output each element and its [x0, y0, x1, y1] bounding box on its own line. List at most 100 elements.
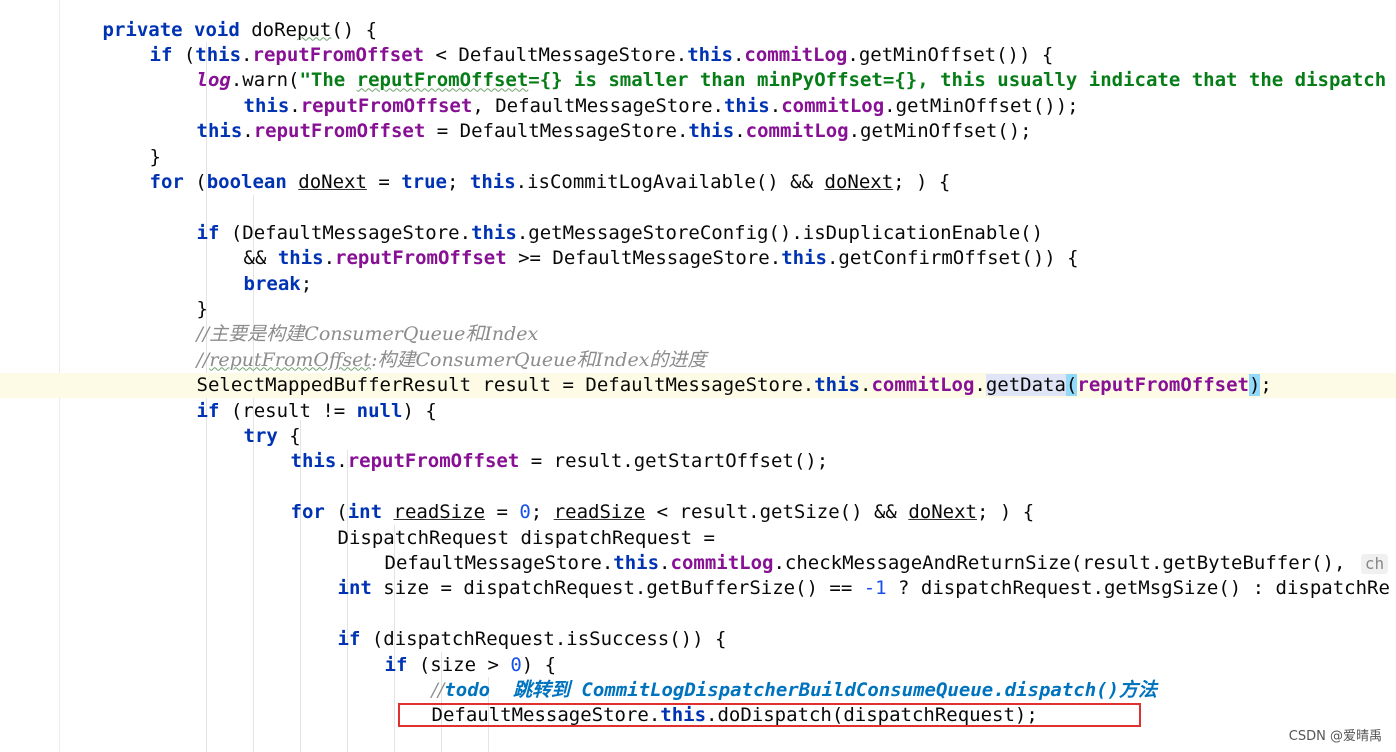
code-line[interactable]: [0, 195, 1396, 220]
code-line[interactable]: for (int readSize = 0; readSize < result…: [0, 500, 1396, 525]
code-token: doNext: [908, 501, 977, 524]
code-line[interactable]: //reputFromOffset:构建ConsumerQueue和Index的…: [0, 348, 1396, 373]
code-line[interactable]: if (DefaultMessageStore.this.getMessageS…: [0, 221, 1396, 246]
code-token: size = dispatchRequest.getBufferSize() =…: [371, 577, 864, 600]
code-token: .: [974, 374, 986, 397]
code-token: this: [243, 94, 290, 117]
code-line[interactable]: try {: [0, 424, 1396, 449]
code-token: put: [297, 18, 332, 41]
code-token: ): [1248, 374, 1261, 397]
code-line-text: for (boolean doNext = true; this.isCommi…: [150, 170, 951, 195]
code-token: commitLog: [744, 43, 848, 66]
code-token: doNext: [824, 170, 894, 193]
code-token: ) {: [521, 653, 557, 676]
code-token: .warn(: [230, 69, 300, 92]
code-token: reputFromOffset: [335, 247, 507, 270]
code-line[interactable]: //todo 跳转到 CommitLogDispatcherBuildConsu…: [0, 678, 1396, 703]
code-line[interactable]: this.reputFromOffset = DefaultMessageSto…: [0, 119, 1396, 144]
code-line-text: log.warn("The reputFromOffset={} is smal…: [197, 68, 1387, 93]
code-token: .: [769, 94, 782, 117]
code-line[interactable]: [0, 475, 1396, 500]
code-token: this: [613, 551, 660, 574]
code-token: .: [289, 94, 301, 117]
code-token: ;: [300, 272, 313, 295]
code-line-text: //主要是构建ConsumerQueue和Index: [197, 322, 539, 347]
code-token: .checkMessageAndReturnSize(result.getByt…: [773, 551, 1357, 574]
code-token: this: [781, 247, 827, 270]
code-line[interactable]: && this.reputFromOffset >= DefaultMessag…: [0, 246, 1396, 271]
code-line[interactable]: [0, 602, 1396, 627]
code-token: commitLog: [670, 551, 774, 574]
highlight-annotation-box: [398, 703, 1141, 727]
code-line[interactable]: DispatchRequest dispatchRequest =: [0, 526, 1396, 551]
code-token: reputFromOffset: [253, 120, 426, 143]
code-token: {: [277, 424, 301, 447]
code-token: (: [172, 43, 196, 66]
code-line[interactable]: break;: [0, 272, 1396, 297]
code-token: (DefaultMessageStore.: [219, 221, 472, 244]
watermark: CSDN @爱晴禹: [1288, 729, 1382, 744]
code-line[interactable]: if (dispatchRequest.isSuccess()) {: [0, 627, 1396, 652]
code-token: 0: [510, 653, 522, 676]
code-token: if: [337, 628, 361, 651]
code-token: reputFromOffset: [347, 450, 520, 473]
code-token: DispatchRequest dispatchRequest =: [337, 526, 716, 549]
code-line-text: this.reputFromOffset = result.getStartOf…: [291, 449, 829, 474]
code-token: .: [659, 551, 671, 574]
code-token: //: [431, 678, 445, 701]
code-token: = result.getStartOffset();: [519, 450, 829, 473]
code-token: 0: [519, 501, 531, 524]
code-token: this: [723, 94, 770, 117]
code-line[interactable]: this.reputFromOffset = result.getStartOf…: [0, 449, 1396, 474]
code-line[interactable]: if (result != null) {: [0, 399, 1396, 424]
code-line[interactable]: for (boolean doNext = true; this.isCommi…: [0, 170, 1396, 195]
code-token: for: [149, 170, 184, 193]
code-line-text: SelectMappedBufferResult result = Defaul…: [197, 373, 1272, 398]
code-line[interactable]: if (size > 0) {: [0, 653, 1396, 678]
code-token: (dispatchRequest.isSuccess()) {: [360, 628, 727, 651]
code-line[interactable]: private void doReput() {: [0, 18, 1396, 43]
code-token: (: [1065, 374, 1078, 397]
code-line-text: int size = dispatchRequest.getBufferSize…: [338, 576, 1390, 601]
code-token: for: [290, 501, 325, 524]
code-line[interactable]: SelectMappedBufferResult result = Defaul…: [0, 373, 1396, 399]
code-line[interactable]: this.reputFromOffset, DefaultMessageStor…: [0, 94, 1396, 119]
code-token: }: [149, 145, 161, 168]
code-token: (: [183, 170, 207, 193]
code-token: if: [149, 43, 173, 66]
code-token: (result !=: [219, 399, 357, 422]
code-token: readSize: [393, 501, 486, 524]
code-token: if: [196, 221, 220, 244]
code-line[interactable]: DefaultMessageStore.this.commitLog.check…: [0, 551, 1396, 576]
code-line-text: for (int readSize = 0; readSize < result…: [291, 500, 1035, 525]
code-line[interactable]: }: [0, 297, 1396, 322]
code-line-text: }: [197, 297, 208, 322]
code-line[interactable]: int size = dispatchRequest.getBufferSize…: [0, 576, 1396, 601]
code-token: ; ) {: [893, 170, 951, 193]
code-token: this: [196, 120, 243, 143]
code-token: this: [195, 43, 242, 66]
code-line[interactable]: if (this.reputFromOffset < DefaultMessag…: [0, 43, 1396, 68]
code-line-text: if (size > 0) {: [385, 653, 557, 678]
code-token: .getMessageStoreConfig().isDuplicationEn…: [516, 221, 1044, 244]
code-editor[interactable]: private void doReput() {if (this.reputFr…: [0, 0, 1396, 752]
code-token: //主要是构建ConsumerQueue和Index: [196, 323, 539, 346]
code-line-text: if (dispatchRequest.isSuccess()) {: [338, 627, 727, 652]
code-token: log: [196, 69, 231, 92]
code-line[interactable]: //主要是构建ConsumerQueue和Index: [0, 322, 1396, 347]
code-token: private: [102, 18, 183, 41]
code-token: .: [336, 450, 348, 473]
code-token: :构建ConsumerQueue和Index的进度: [371, 348, 707, 371]
code-token: .isCommitLogAvailable() &&: [515, 170, 825, 193]
code-token: }: [196, 297, 208, 320]
code-token: getData: [985, 374, 1066, 397]
code-token: boolean: [206, 170, 287, 193]
code-line[interactable]: log.warn("The reputFromOffset={} is smal…: [0, 68, 1396, 93]
code-token: doNext: [298, 170, 367, 193]
code-token: reputFromOffset: [209, 348, 372, 371]
code-token: this: [290, 450, 337, 473]
code-line-text: //todo 跳转到 CommitLogDispatcherBuildConsu…: [432, 678, 1158, 703]
code-line[interactable]: }: [0, 145, 1396, 170]
code-line-text: try {: [244, 424, 301, 449]
